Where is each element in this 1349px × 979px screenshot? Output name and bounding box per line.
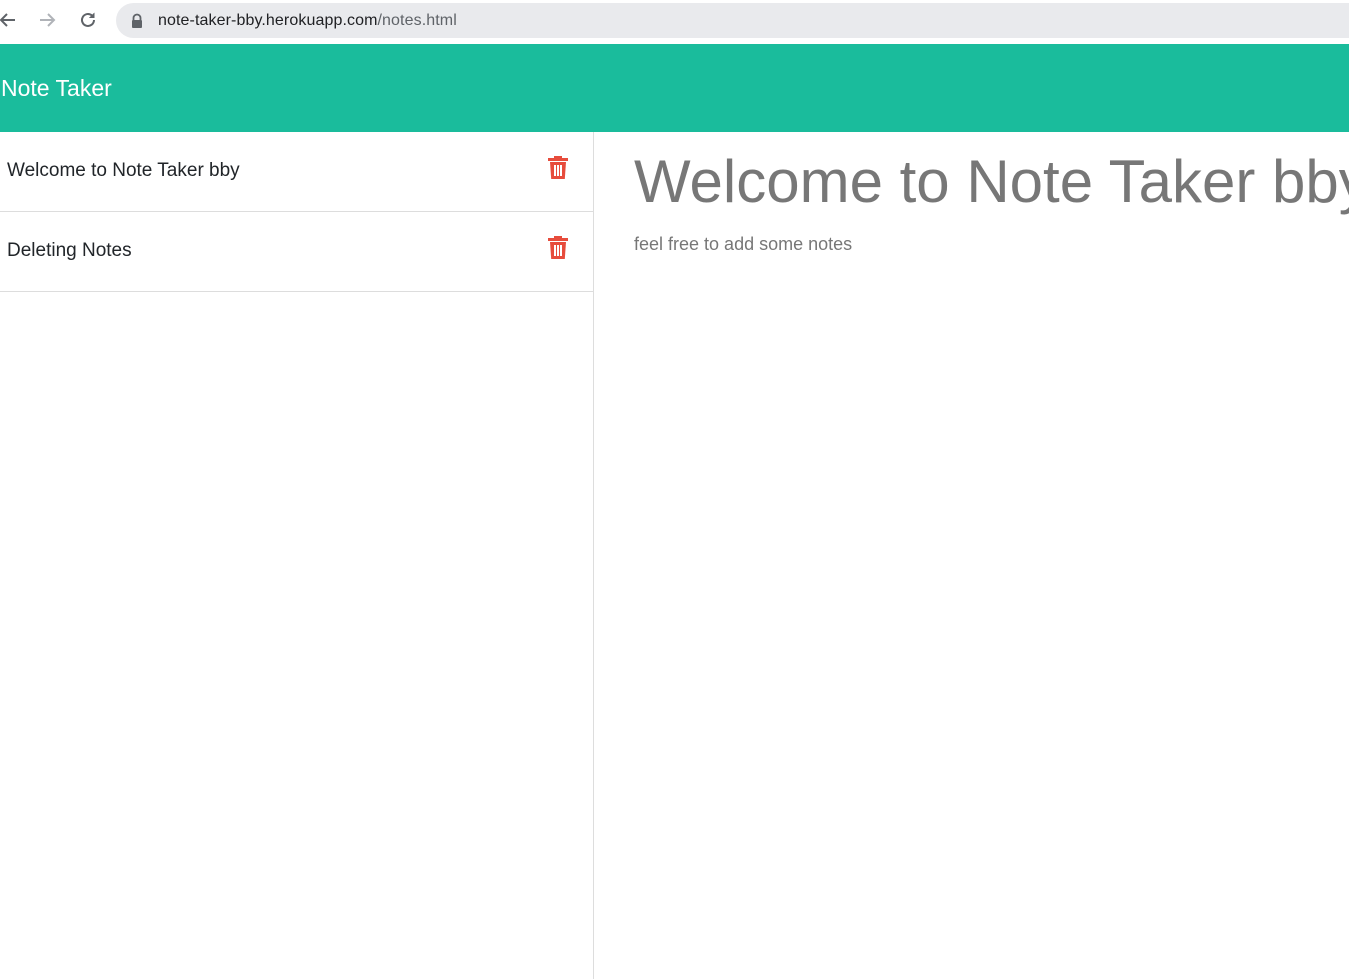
brand-link[interactable]: Note Taker: [1, 73, 112, 103]
note-textarea[interactable]: feel free to add some notes: [634, 232, 852, 256]
list-item[interactable]: Welcome to Note Taker bby: [0, 132, 593, 212]
note-editor: Welcome to Note Taker bby feel free to a…: [594, 132, 1349, 979]
trash-icon[interactable]: [547, 156, 569, 180]
note-title[interactable]: Welcome to Note Taker bby: [634, 146, 1349, 218]
url-text[interactable]: note-taker-bby.herokuapp.com/notes.html: [158, 11, 457, 31]
list-item[interactable]: Deleting Notes: [0, 212, 593, 292]
trash-icon[interactable]: [547, 236, 569, 260]
url-host: note-taker-bby.herokuapp.com: [158, 12, 378, 29]
list-item-title[interactable]: Deleting Notes: [7, 239, 132, 263]
note-list: Welcome to Note Taker bby Deleting Notes: [0, 132, 594, 979]
lock-icon[interactable]: [130, 13, 144, 29]
navbar: Note Taker: [0, 44, 1349, 132]
address-bar[interactable]: note-taker-bby.herokuapp.com/notes.html: [116, 3, 1349, 38]
url-path: /notes.html: [377, 12, 457, 29]
back-icon[interactable]: [0, 8, 20, 32]
list-item-title[interactable]: Welcome to Note Taker bby: [7, 159, 240, 183]
browser-toolbar: note-taker-bby.herokuapp.com/notes.html: [0, 0, 1349, 44]
forward-icon[interactable]: [35, 8, 59, 32]
reload-icon[interactable]: [76, 8, 100, 32]
